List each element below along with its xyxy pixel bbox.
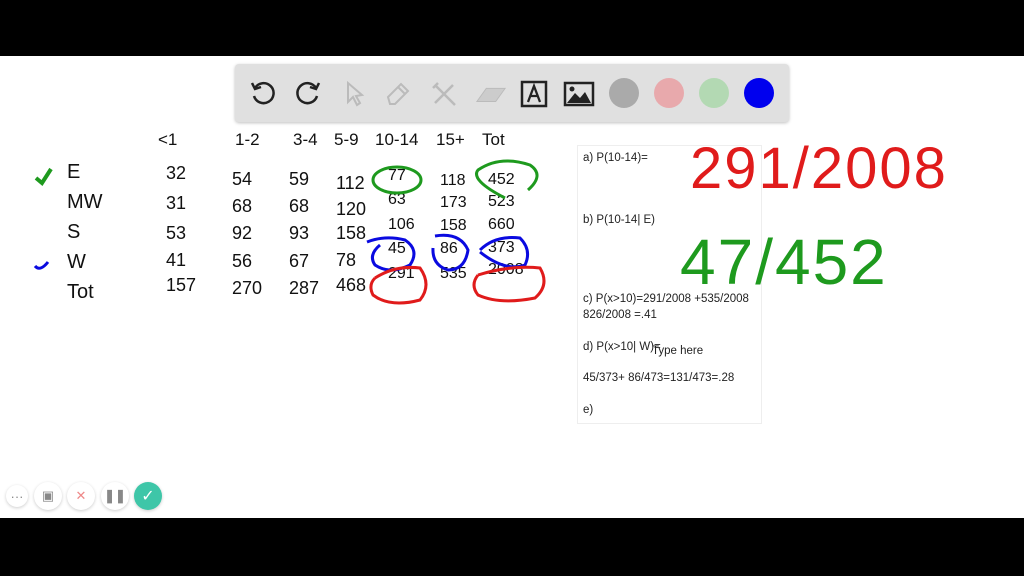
green-circle xyxy=(475,159,539,200)
red-circle xyxy=(472,265,546,303)
red-circle xyxy=(369,266,428,305)
note-a: a) P(10-14)= xyxy=(583,152,648,164)
green-circle xyxy=(371,165,423,195)
note-d: d) P(x>10| W)= xyxy=(583,341,661,353)
note-e: e) xyxy=(583,404,594,416)
blue-circle xyxy=(366,236,416,272)
type-here-placeholder[interactable]: Type here xyxy=(652,345,703,357)
blue-circle xyxy=(431,233,470,272)
handwritten-answer-b: 47/452 xyxy=(680,226,888,298)
note-d2: 45/373+ 86/473=131/473=.28 xyxy=(583,372,735,384)
green-check-mark xyxy=(34,167,53,186)
camera-icon[interactable]: ▣ xyxy=(34,482,62,510)
check-icon[interactable]: ✓ xyxy=(134,482,162,510)
blue-circle xyxy=(478,236,530,269)
note-c2: 826/2008 =.41 xyxy=(583,309,657,321)
close-icon[interactable]: ✕ xyxy=(67,482,95,510)
note-b: b) P(10-14| E) xyxy=(583,214,656,226)
more-icon[interactable]: ··· xyxy=(6,485,28,507)
handwritten-answer-a: 291/2008 xyxy=(690,136,948,201)
pause-icon[interactable]: ❚❚ xyxy=(101,482,129,510)
blue-mark xyxy=(33,261,50,270)
